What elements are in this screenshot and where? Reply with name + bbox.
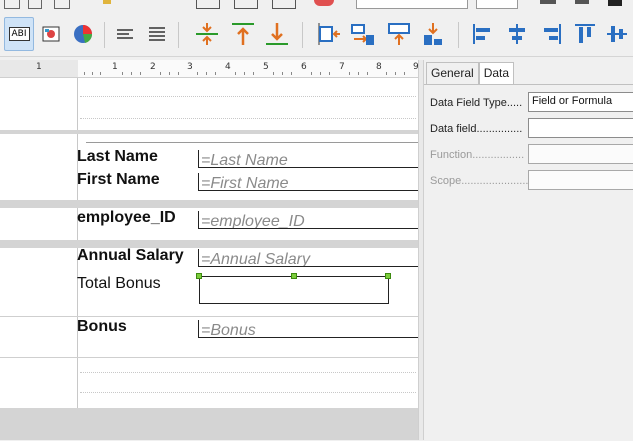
align-top-objects-button[interactable] <box>384 17 414 51</box>
total-bonus-label[interactable]: Total Bonus <box>77 275 161 293</box>
scope-label: Scope...................... <box>430 175 529 187</box>
data-field-label: Data field............... <box>430 123 523 135</box>
table-icon[interactable] <box>196 0 220 9</box>
document-icon[interactable] <box>28 0 42 9</box>
page-header-band[interactable] <box>0 78 418 130</box>
image-control-icon <box>42 26 60 42</box>
link-icon[interactable] <box>540 0 556 4</box>
selection-handle[interactable] <box>196 273 202 279</box>
band-handle[interactable] <box>0 134 78 200</box>
align-middle-button[interactable] <box>602 17 632 51</box>
band-handle[interactable] <box>0 317 78 357</box>
band-handle[interactable] <box>0 248 78 316</box>
align-right-icon <box>544 24 561 44</box>
first-name-field[interactable]: =First Name <box>198 173 420 191</box>
bonus-label[interactable]: Bonus <box>77 318 127 336</box>
align-center-icon <box>509 24 525 44</box>
function-label: Function................. <box>430 149 525 161</box>
annual-salary-label[interactable]: Annual Salary <box>77 247 184 265</box>
text-label-button[interactable]: ABI <box>4 17 34 51</box>
last-name-field[interactable]: =Last Name <box>198 150 420 168</box>
align-top-button[interactable] <box>228 17 258 51</box>
properties-panel: General Data Data Field Type..... Field … <box>423 60 633 441</box>
align-left-objects-icon <box>318 23 340 45</box>
band-separator[interactable] <box>0 240 418 248</box>
align-bottom-icon <box>266 23 288 45</box>
ruler-number: 1 <box>112 62 118 72</box>
dark-icon[interactable] <box>608 0 622 6</box>
align-middle-icon <box>607 26 627 42</box>
top-toolbar-strip <box>0 0 633 15</box>
canvas-bottom-area <box>0 408 418 440</box>
data-field-input[interactable] <box>528 118 633 138</box>
align-center-button[interactable] <box>502 17 532 51</box>
last-name-label[interactable]: Last Name <box>77 148 158 166</box>
align-right-objects-button[interactable] <box>348 17 378 51</box>
image-control-button[interactable] <box>36 17 66 51</box>
align-top-edges-icon <box>575 24 595 43</box>
align-justify-lines-icon <box>149 27 165 41</box>
bonus-field[interactable]: =Bonus <box>198 320 420 338</box>
align-left-icon <box>473 24 490 44</box>
ruler-number: 3 <box>187 62 193 72</box>
center-vertical-icon <box>196 23 218 45</box>
tab-general[interactable]: General <box>426 62 479 85</box>
align-left-button[interactable] <box>468 17 498 51</box>
ruler-number: 4 <box>225 62 231 72</box>
align-top-icon <box>232 23 254 45</box>
ruler-number: 1 <box>36 62 42 72</box>
employee-id-field[interactable]: =employee_ID <box>198 211 420 229</box>
text-align-left-button[interactable] <box>110 17 140 51</box>
align-top-objects-icon <box>388 23 410 45</box>
align-left-objects-button[interactable] <box>314 17 344 51</box>
group-header-line <box>86 142 418 143</box>
text-justify-button[interactable] <box>142 17 172 51</box>
report-controls-toolbar: ABI <box>0 14 633 57</box>
selection-handle[interactable] <box>385 273 391 279</box>
selection-handle[interactable] <box>291 273 297 279</box>
tab-data[interactable]: Data <box>478 62 515 85</box>
center-vertical-button[interactable] <box>192 17 222 51</box>
annual-salary-field[interactable]: =Annual Salary <box>198 249 420 267</box>
report-design-canvas[interactable]: Last Name =Last Name First Name =First N… <box>0 78 420 408</box>
form-icon[interactable] <box>234 0 258 9</box>
function-select[interactable] <box>528 144 633 164</box>
page-footer-band[interactable] <box>0 358 418 408</box>
total-bonus-field[interactable] <box>199 276 389 304</box>
data-field-type-select[interactable]: Field or Formula <box>528 92 633 112</box>
chain-icon[interactable] <box>575 0 589 4</box>
first-name-label[interactable]: First Name <box>77 171 160 189</box>
band-separator[interactable] <box>0 200 418 208</box>
ruler-number: 6 <box>301 62 307 72</box>
chart-button[interactable] <box>68 17 98 51</box>
grid-icon[interactable] <box>272 0 296 9</box>
brush-icon[interactable] <box>103 0 111 4</box>
horizontal-ruler[interactable]: 1 1 2 3 4 5 6 7 8 9 <box>0 60 420 78</box>
employee-id-label[interactable]: employee_ID <box>77 209 176 227</box>
page-icon[interactable] <box>4 0 20 9</box>
ruler-number: 8 <box>376 62 382 72</box>
ruler-number: 5 <box>263 62 269 72</box>
record-icon[interactable] <box>314 0 334 6</box>
font-size-box[interactable] <box>476 0 518 9</box>
properties-tabs: General Data <box>426 62 515 85</box>
align-right-button[interactable] <box>536 17 566 51</box>
align-left-lines-icon <box>117 29 133 39</box>
ruler-number: 7 <box>339 62 345 72</box>
data-field-type-label: Data Field Type..... <box>430 97 523 109</box>
align-right-objects-icon <box>351 24 374 45</box>
scope-select[interactable] <box>528 170 633 190</box>
copy-icon[interactable] <box>54 0 70 9</box>
align-bottom-objects-button[interactable] <box>418 17 448 51</box>
ruler-number: 2 <box>150 62 156 72</box>
align-bottom-button[interactable] <box>262 17 292 51</box>
chart-icon <box>74 25 93 43</box>
text-label-icon: ABI <box>8 27 30 41</box>
align-bottom-objects-icon <box>424 23 442 45</box>
font-name-box[interactable] <box>356 0 468 9</box>
align-top-edges-button[interactable] <box>570 17 600 51</box>
band-handle[interactable] <box>0 208 78 244</box>
